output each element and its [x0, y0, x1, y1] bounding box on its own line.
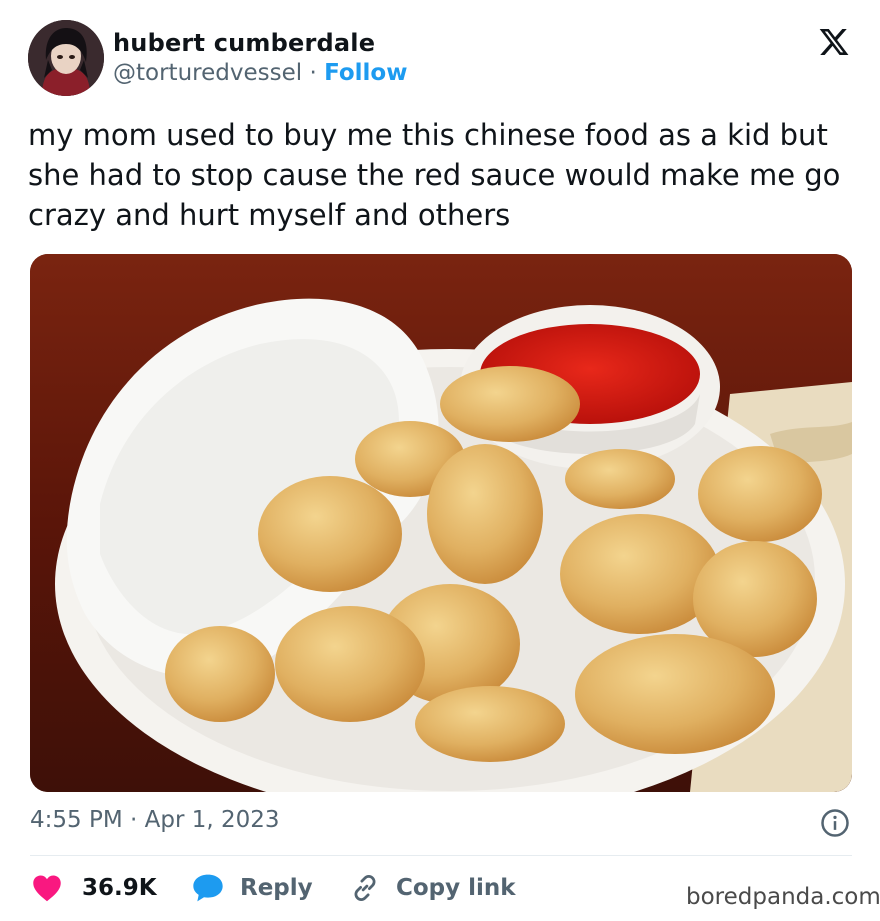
watermark: boredpanda.com — [686, 884, 880, 910]
tweet-photo[interactable] — [30, 254, 852, 792]
copy-link-label: Copy link — [396, 875, 516, 901]
reply-button[interactable]: Reply — [192, 871, 313, 905]
avatar[interactable] — [28, 20, 104, 96]
reply-bubble-icon — [193, 874, 223, 902]
tweet-time: 4:55 PM — [30, 807, 123, 833]
author-handle-row: @torturedvessel · Follow — [113, 60, 407, 86]
info-icon[interactable] — [820, 808, 850, 838]
tweet-text: my mom used to buy me this chinese food … — [28, 118, 841, 232]
divider — [30, 855, 852, 856]
like-button[interactable]: 36.9K — [32, 871, 157, 905]
separator: · — [130, 807, 138, 833]
like-count: 36.9K — [82, 875, 157, 901]
x-logo-icon[interactable] — [817, 26, 851, 58]
follow-button[interactable]: Follow — [324, 60, 407, 86]
author-display-name[interactable]: hubert cumberdale — [113, 29, 375, 57]
separator: · — [309, 60, 317, 86]
copy-link-button[interactable]: Copy link — [350, 871, 516, 905]
author-handle[interactable]: @torturedvessel — [113, 60, 302, 86]
heart-icon — [33, 875, 61, 902]
reply-label: Reply — [240, 875, 313, 901]
tweet-timestamp[interactable]: 4:55 PM · Apr 1, 2023 — [30, 807, 280, 833]
tweet-date: Apr 1, 2023 — [144, 807, 280, 833]
link-icon — [354, 875, 376, 901]
